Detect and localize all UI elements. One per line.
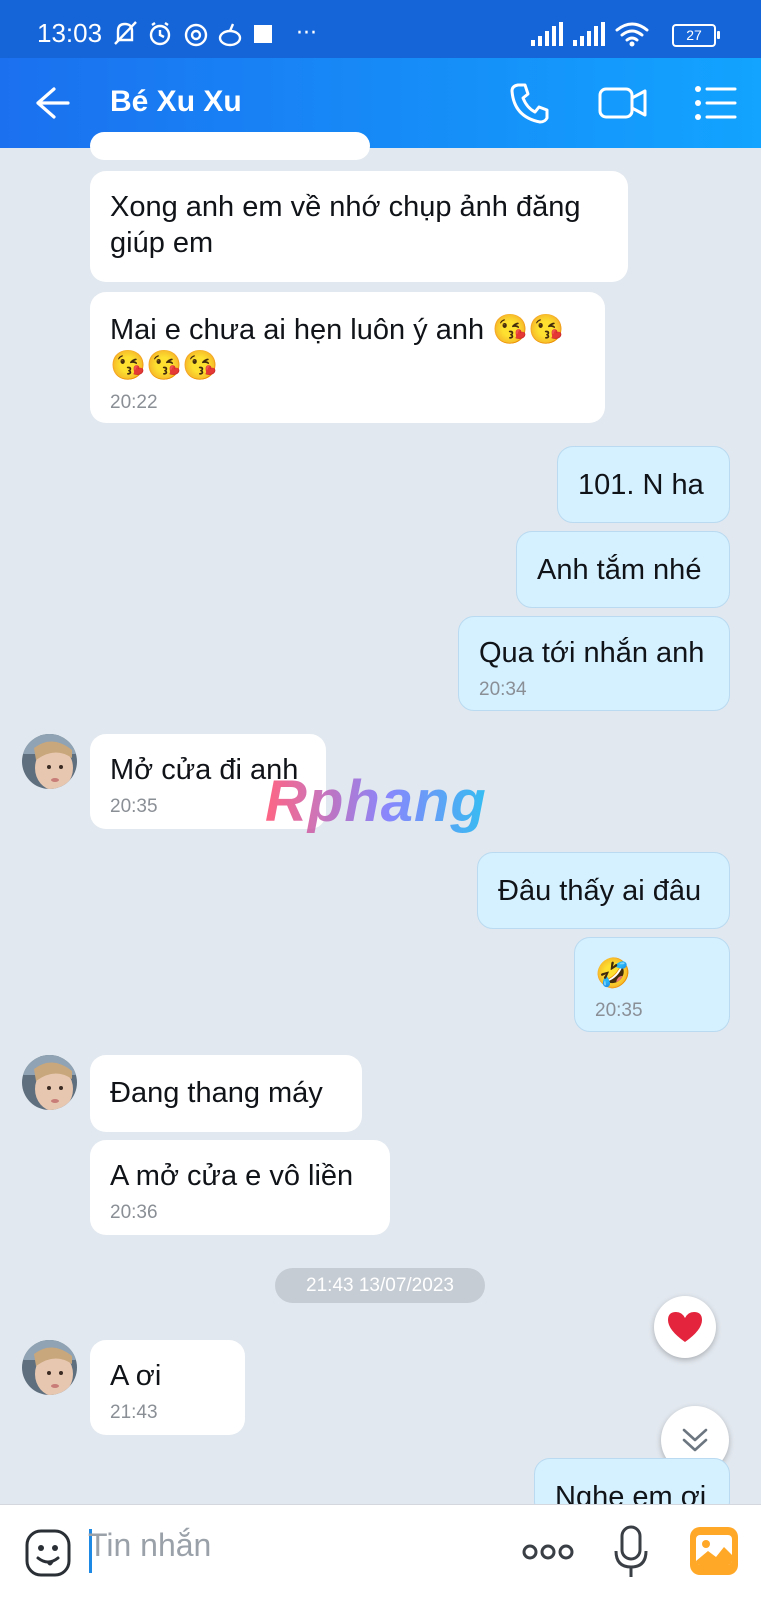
message-bubble-incoming[interactable]: A ơi 21:43 xyxy=(90,1340,245,1435)
message-input[interactable]: Tin nhắn xyxy=(88,1527,211,1564)
message-time: 20:34 xyxy=(479,679,527,700)
message-text: Qua tới nhắn anh xyxy=(479,637,705,669)
message-bubble-outgoing[interactable]: Đâu thấy ai đâu xyxy=(477,852,730,929)
message-bubble-partial[interactable] xyxy=(90,132,370,160)
contact-avatar[interactable] xyxy=(22,1055,77,1110)
sticker-button[interactable] xyxy=(24,1528,72,1583)
message-text: A ơi xyxy=(110,1360,162,1392)
avatar-image xyxy=(22,1340,77,1395)
microphone-icon xyxy=(614,1525,648,1577)
message-time: 20:35 xyxy=(595,1000,643,1021)
video-call-button[interactable] xyxy=(598,85,648,126)
message-bubble-incoming[interactable]: Xong anh em về nhớ chụp ảnh đăng giúp em xyxy=(90,171,628,282)
contact-avatar[interactable] xyxy=(22,1340,77,1395)
message-text: A mở cửa e vô liền xyxy=(110,1160,354,1192)
message-text: 🤣 xyxy=(595,958,632,990)
video-camera-icon xyxy=(598,87,647,119)
message-bubble-outgoing[interactable]: Anh tắm nhé xyxy=(516,531,730,608)
status-notification-icons: ··· xyxy=(112,20,332,53)
reaction-button[interactable] xyxy=(654,1296,716,1358)
list-menu-icon xyxy=(695,86,737,120)
message-text: 101. N ha xyxy=(578,469,704,501)
message-bubble-incoming[interactable]: Đang thang máy xyxy=(90,1055,362,1132)
photo-button[interactable] xyxy=(690,1527,738,1580)
message-bubble-incoming[interactable]: A mở cửa e vô liền 20:36 xyxy=(90,1140,390,1235)
image-gallery-icon xyxy=(690,1527,738,1575)
notification-icons: ··· xyxy=(114,21,317,47)
message-text: Mai e chưa ai hẹn luôn ý anh 😘😘😘😘😘 xyxy=(110,314,565,382)
message-text: Xong anh em về nhớ chụp ảnh đăng giúp em xyxy=(110,191,581,259)
more-options-button[interactable] xyxy=(522,1541,574,1568)
battery-indicator: 27 xyxy=(672,24,720,47)
message-text: Đang thang máy xyxy=(110,1077,323,1109)
back-arrow-icon xyxy=(36,87,70,119)
message-time: 20:22 xyxy=(110,392,158,413)
menu-button[interactable] xyxy=(695,85,737,126)
voice-call-button[interactable] xyxy=(508,81,550,130)
more-indicator: ··· xyxy=(296,21,317,46)
message-text: Đâu thấy ai đâu xyxy=(498,875,702,907)
status-time: 13:03 xyxy=(37,18,103,48)
message-bubble-outgoing[interactable]: 🤣 20:35 xyxy=(574,937,730,1032)
message-text: Anh tắm nhé xyxy=(537,554,702,586)
avatar-image xyxy=(22,1055,77,1110)
more-dots-icon xyxy=(522,1544,574,1560)
message-bubble-outgoing[interactable]: 101. N ha xyxy=(557,446,730,523)
contact-name[interactable]: Bé Xu Xu xyxy=(110,85,242,119)
contact-avatar[interactable] xyxy=(22,734,77,789)
message-time: 21:43 xyxy=(110,1402,158,1423)
message-time: 20:36 xyxy=(110,1202,158,1223)
sticker-face-icon xyxy=(25,1529,71,1577)
date-separator: 21:43 13/07/2023 xyxy=(275,1268,485,1303)
back-button[interactable] xyxy=(32,83,72,128)
status-bar: 13:03 ··· 27 xyxy=(0,0,761,58)
phone-icon xyxy=(510,83,549,124)
watermark-logo: Rphang xyxy=(265,769,487,834)
avatar-image xyxy=(22,734,77,789)
voice-message-button[interactable] xyxy=(614,1525,648,1586)
message-bubble-incoming[interactable]: Mai e chưa ai hẹn luôn ý anh 😘😘😘😘😘 20:22 xyxy=(90,292,605,423)
message-bubble-outgoing[interactable]: Qua tới nhắn anh 20:34 xyxy=(458,616,730,711)
heart-icon xyxy=(668,1312,702,1342)
message-input-bar: Tin nhắn xyxy=(0,1504,761,1601)
